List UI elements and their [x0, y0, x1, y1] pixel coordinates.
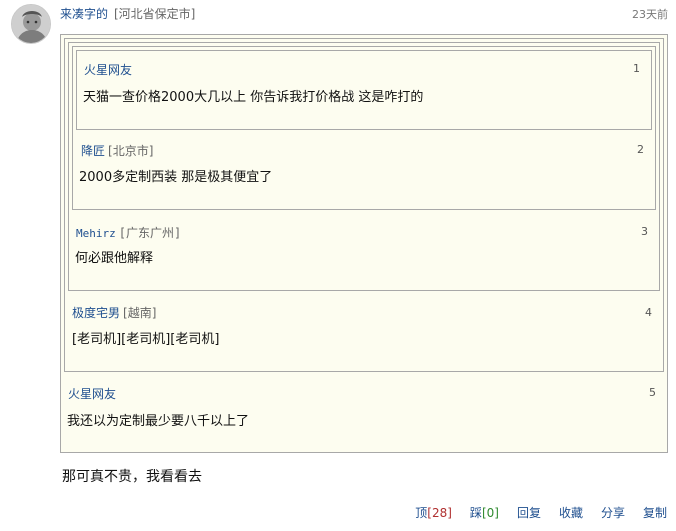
downvote-button[interactable]: 踩[0]	[470, 504, 499, 521]
quote-2-floor: 2	[637, 143, 644, 156]
quote-1-username[interactable]: 火星网友	[84, 61, 132, 78]
downvote-count: [0]	[481, 506, 499, 520]
avatar-image	[12, 5, 50, 43]
quote-5-floor: 5	[649, 386, 656, 399]
copy-button[interactable]: 复制	[643, 504, 667, 521]
comment-time: 23天前	[632, 8, 668, 21]
favorite-button[interactable]: 收藏	[559, 504, 583, 521]
quote-4-location: [越南]	[123, 306, 157, 320]
upvote-count: [28]	[427, 506, 452, 520]
upvote-label: 顶	[415, 506, 428, 520]
quote-4-floor: 4	[645, 306, 652, 319]
quote-4-text: [老司机][老司机][老司机]	[72, 332, 220, 347]
quote-box-1: 火星网友 1 天猫一查价格2000大几以上 你告诉我打价格战 这是咋打的	[76, 50, 652, 130]
quote-3-location: [广东广州]	[118, 226, 182, 240]
upvote-button[interactable]: 顶[28]	[415, 504, 452, 521]
reply-button[interactable]: 回复	[517, 504, 541, 521]
comment-location: [河北省保定市]	[114, 7, 196, 21]
quote-2-username[interactable]: 降匠 [北京市]	[81, 142, 153, 159]
comment-username[interactable]: 来凑字的	[60, 5, 108, 22]
comment-text: 那可真不贵，我看看去	[62, 469, 202, 485]
quote-2-text: 2000多定制西装 那是极其便宜了	[79, 170, 273, 185]
quote-3-text: 何必跟他解释	[75, 251, 154, 266]
avatar[interactable]	[11, 4, 51, 44]
quote-5-text: 我还以为定制最少要八千以上了	[67, 414, 250, 429]
quote-4-username[interactable]: 极度宅男 [越南]	[72, 304, 156, 321]
quote-2-location: [北京市]	[108, 144, 154, 158]
quote-1-floor: 1	[633, 62, 640, 75]
quote-5-username[interactable]: 火星网友	[68, 385, 116, 402]
quote-3-username[interactable]: Mehirz [广东广州]	[76, 224, 181, 241]
comment-actions: 顶[28] 踩[0] 回复 收藏 分享 复制	[397, 504, 667, 521]
quote-1-text: 天猫一查价格2000大几以上 你告诉我打价格战 这是咋打的	[83, 90, 424, 105]
quote-3-floor: 3	[641, 225, 648, 238]
share-button[interactable]: 分享	[601, 504, 625, 521]
downvote-label: 踩	[469, 506, 482, 520]
